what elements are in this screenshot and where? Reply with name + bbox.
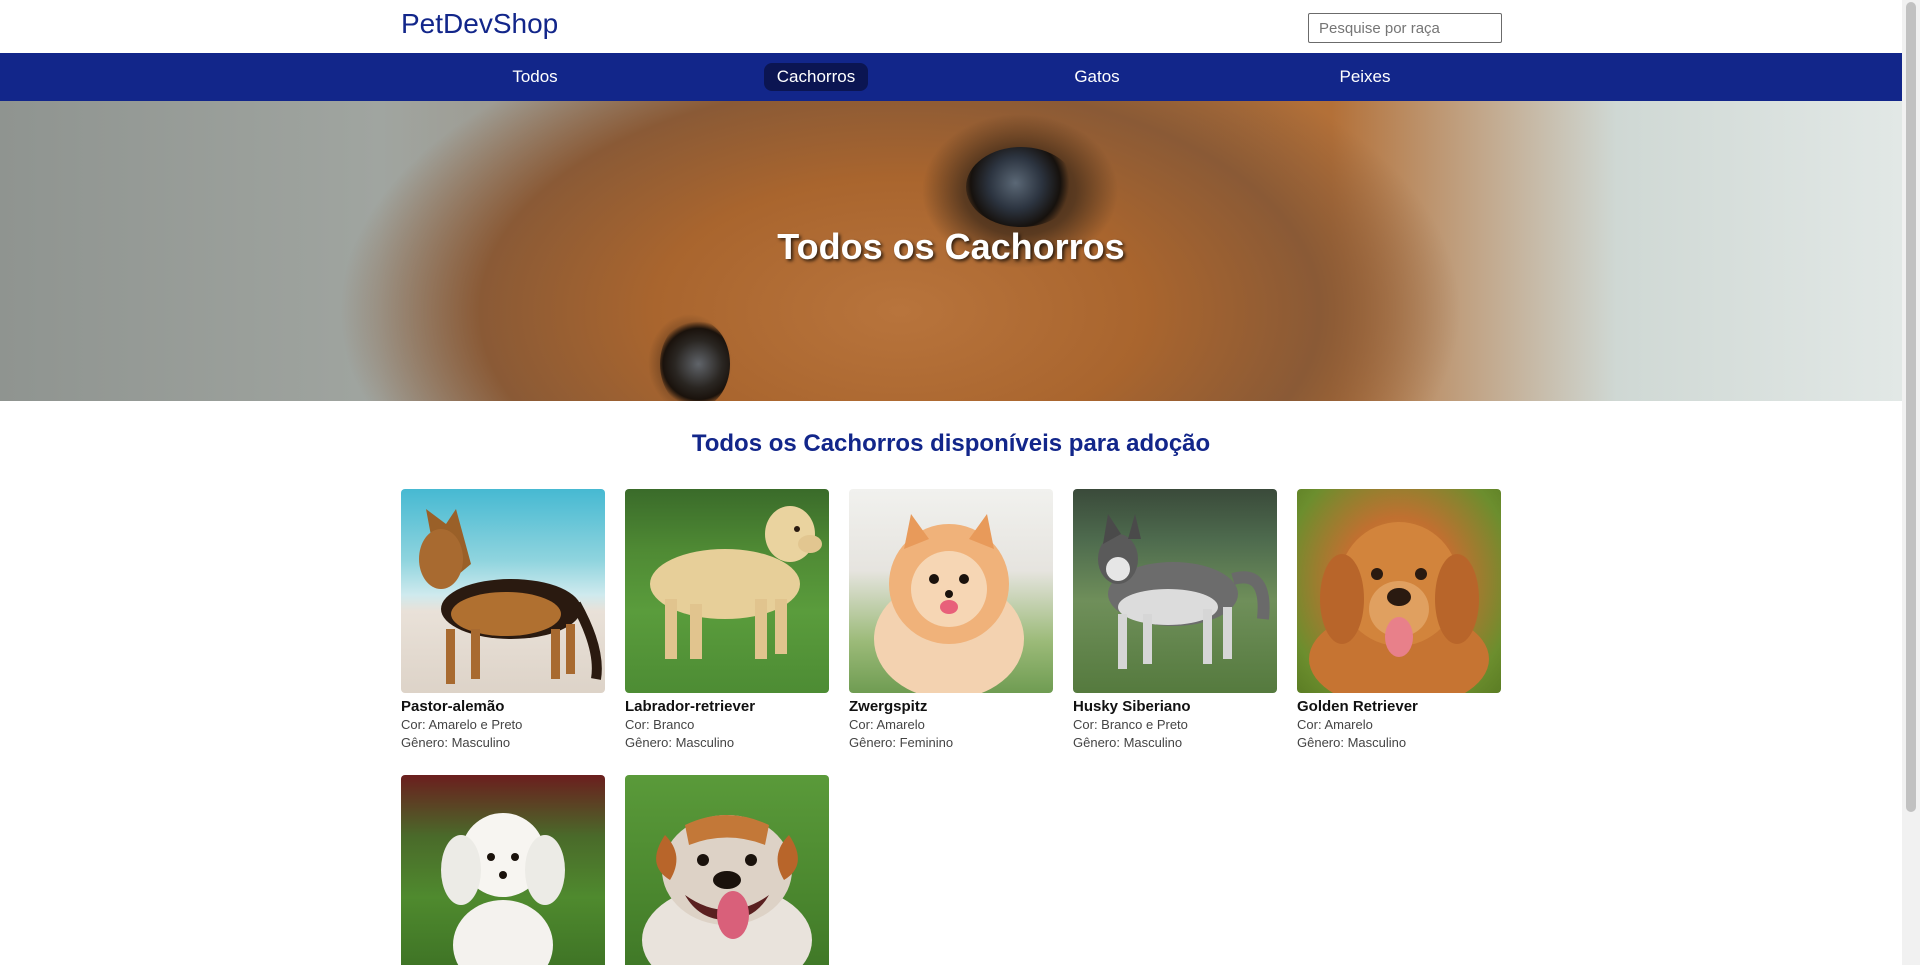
dog-illustration	[650, 506, 822, 659]
nav-item-cachorros[interactable]: Cachorros	[764, 63, 868, 91]
pet-image[interactable]	[849, 489, 1053, 693]
pet-card-labrador[interactable]: Labrador-retriever Cor: Branco Gênero: M…	[625, 489, 829, 752]
dog-illustration	[874, 514, 1024, 693]
pet-name: Golden Retriever	[1297, 698, 1418, 715]
dog-illustration	[1098, 514, 1270, 669]
pet-color: Cor: Branco e Preto	[1073, 717, 1188, 732]
pet-card-zwergspitz[interactable]: Zwergspitz Cor: Amarelo Gênero: Feminino	[849, 489, 1053, 752]
nav-item-todos[interactable]: Todos	[500, 63, 570, 91]
hero-banner: Todos os Cachorros	[0, 101, 1902, 401]
hero-title: Todos os Cachorros	[777, 226, 1125, 267]
hero-dog-eye-2	[660, 319, 730, 401]
scrollbar[interactable]	[1902, 0, 1920, 965]
dog-illustration	[419, 509, 602, 684]
pet-card-husky[interactable]: Husky Siberiano Cor: Branco e Preto Gêne…	[1073, 489, 1277, 752]
dog-illustration	[1309, 522, 1489, 693]
logo[interactable]: PetDevShop	[401, 8, 558, 40]
search-input[interactable]	[1308, 13, 1502, 43]
pet-image[interactable]	[625, 489, 829, 693]
dog-illustration	[642, 815, 812, 965]
pet-image[interactable]	[401, 489, 605, 693]
pet-name: Labrador-retriever	[625, 698, 756, 715]
pet-gender: Gênero: Masculino	[625, 735, 735, 750]
pet-image[interactable]	[625, 775, 829, 965]
pet-card-bulldog[interactable]	[625, 775, 829, 965]
hero-dog-eye	[966, 147, 1076, 227]
pet-color: Cor: Amarelo	[849, 717, 925, 732]
dog-illustration	[441, 813, 565, 965]
pet-color: Cor: Branco	[625, 717, 695, 732]
nav-item-peixes[interactable]: Peixes	[1330, 63, 1400, 91]
pet-gender: Gênero: Masculino	[1073, 735, 1183, 750]
nav-item-gatos[interactable]: Gatos	[1062, 63, 1132, 91]
pet-card-pastor-alemao[interactable]: Pastor-alemão Cor: Amarelo e Preto Gêner…	[401, 489, 605, 752]
header: PetDevShop	[0, 0, 1920, 53]
pet-image[interactable]	[401, 775, 605, 965]
pet-gender: Gênero: Feminino	[849, 735, 954, 750]
pet-color: Cor: Amarelo	[1297, 717, 1373, 732]
pet-name: Husky Siberiano	[1073, 698, 1191, 715]
pet-gender: Gênero: Masculino	[401, 735, 511, 750]
pet-image[interactable]	[1297, 489, 1501, 693]
navbar: Todos Cachorros Gatos Peixes	[0, 53, 1902, 101]
pet-name: Zwergspitz	[849, 698, 928, 715]
pet-color: Cor: Amarelo e Preto	[401, 717, 523, 732]
pet-card-golden[interactable]: Golden Retriever Cor: Amarelo Gênero: Ma…	[1297, 489, 1501, 752]
section-title: Todos os Cachorros disponíveis para adoç…	[691, 430, 1211, 457]
pet-gender: Gênero: Masculino	[1297, 735, 1407, 750]
pet-name: Pastor-alemão	[401, 698, 505, 715]
pet-image[interactable]	[1073, 489, 1277, 693]
scrollbar-thumb[interactable]	[1906, 2, 1916, 812]
pet-card-poodle[interactable]	[401, 775, 605, 965]
